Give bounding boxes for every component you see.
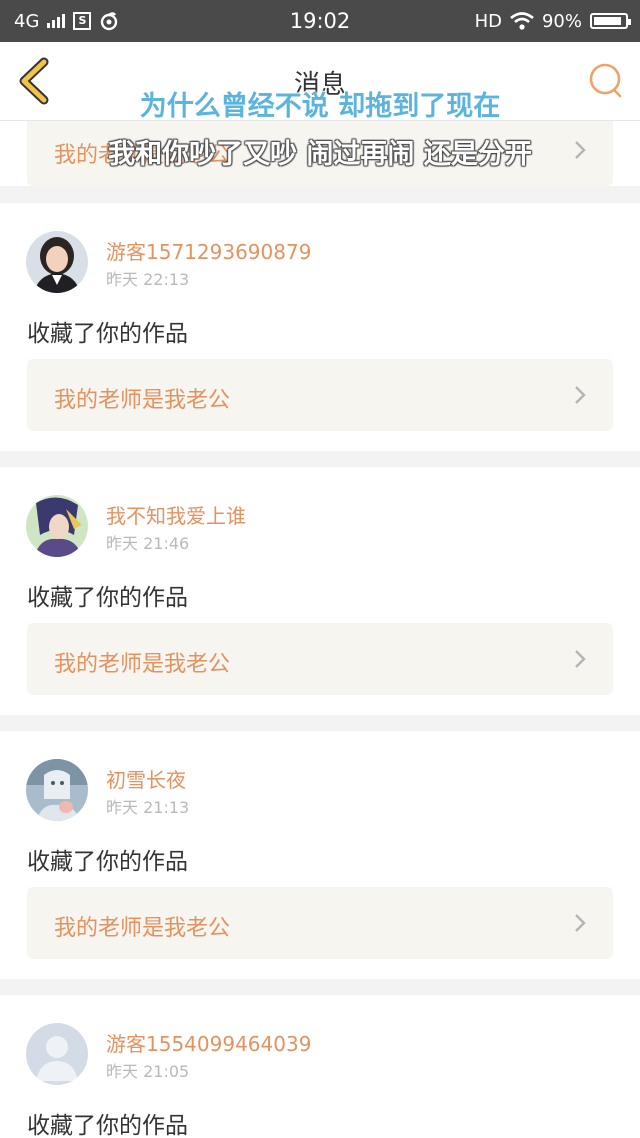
action-text: 收藏了你的作品: [27, 1113, 188, 1138]
username[interactable]: 游客1571293690879: [106, 236, 311, 265]
work-title: 我的老师是我老公: [54, 916, 231, 941]
work-link[interactable]: 我的老师是我老公: [27, 623, 613, 695]
hd-label: HD: [474, 10, 502, 32]
network-type: 4G: [14, 10, 40, 32]
illustration-avatar-icon: [26, 759, 88, 821]
chevron-right-icon: [575, 914, 586, 932]
lyric-line-2: 我和你吵了又吵 闹过再闹 还是分开: [108, 139, 532, 170]
status-bar: 4G S 19:02 HD 90%: [0, 0, 640, 42]
username[interactable]: 我不知我爱上谁: [106, 500, 246, 529]
timestamp: 昨天 21:05: [106, 1062, 190, 1081]
avatar[interactable]: [26, 231, 88, 293]
message-card: 初雪长夜 昨天 21:13 收藏了你的作品 我的老师是我老公: [0, 731, 640, 979]
timestamp: 昨天 21:46: [106, 534, 190, 553]
action-text: 收藏了你的作品: [27, 585, 188, 611]
wifi-icon: [510, 12, 534, 30]
status-right: HD 90%: [474, 10, 631, 32]
work-link[interactable]: 我的老师是我老公: [27, 359, 613, 431]
message-list[interactable]: 我的老师是我老公 游客1571293690879 昨天 22:13 收藏了你的作…: [0, 120, 640, 1138]
avatar[interactable]: [26, 1023, 88, 1085]
action-text: 收藏了你的作品: [27, 321, 188, 347]
battery-percent: 90%: [541, 10, 582, 32]
username[interactable]: 游客1554099464039: [106, 1028, 311, 1057]
battery-icon: [590, 13, 631, 29]
username[interactable]: 初雪长夜: [106, 764, 186, 793]
message-card: 游客1554099464039 昨天 21:05 收藏了你的作品: [0, 995, 640, 1138]
lyric-line-1: 为什么曾经不说 却拖到了现在: [139, 91, 501, 122]
signal-icon: [47, 14, 66, 28]
timestamp: 昨天 21:13: [106, 798, 190, 817]
work-title: 我的老师是我老公: [54, 388, 231, 413]
anime-avatar-icon: [26, 495, 88, 557]
message-card: 我不知我爱上谁 昨天 21:46 收藏了你的作品 我的老师是我老公: [0, 467, 640, 715]
battery-level: [594, 17, 621, 25]
photo-avatar-woman-icon: [26, 231, 88, 293]
default-avatar-icon: [26, 1023, 88, 1085]
music-app-icon: [101, 12, 118, 31]
avatar[interactable]: [26, 495, 88, 557]
chevron-right-icon: [575, 386, 586, 404]
timestamp: 昨天 22:13: [106, 270, 190, 289]
work-title: 我的老师是我老公: [54, 652, 231, 677]
chevron-right-icon: [575, 650, 586, 668]
work-link[interactable]: 我的老师是我老公: [27, 887, 613, 959]
status-left: 4G S: [14, 11, 119, 32]
sim-icon: S: [73, 12, 92, 30]
avatar[interactable]: [26, 759, 88, 821]
message-card: 游客1571293690879 昨天 22:13 收藏了你的作品 我的老师是我老…: [0, 203, 640, 451]
action-text: 收藏了你的作品: [27, 849, 188, 875]
